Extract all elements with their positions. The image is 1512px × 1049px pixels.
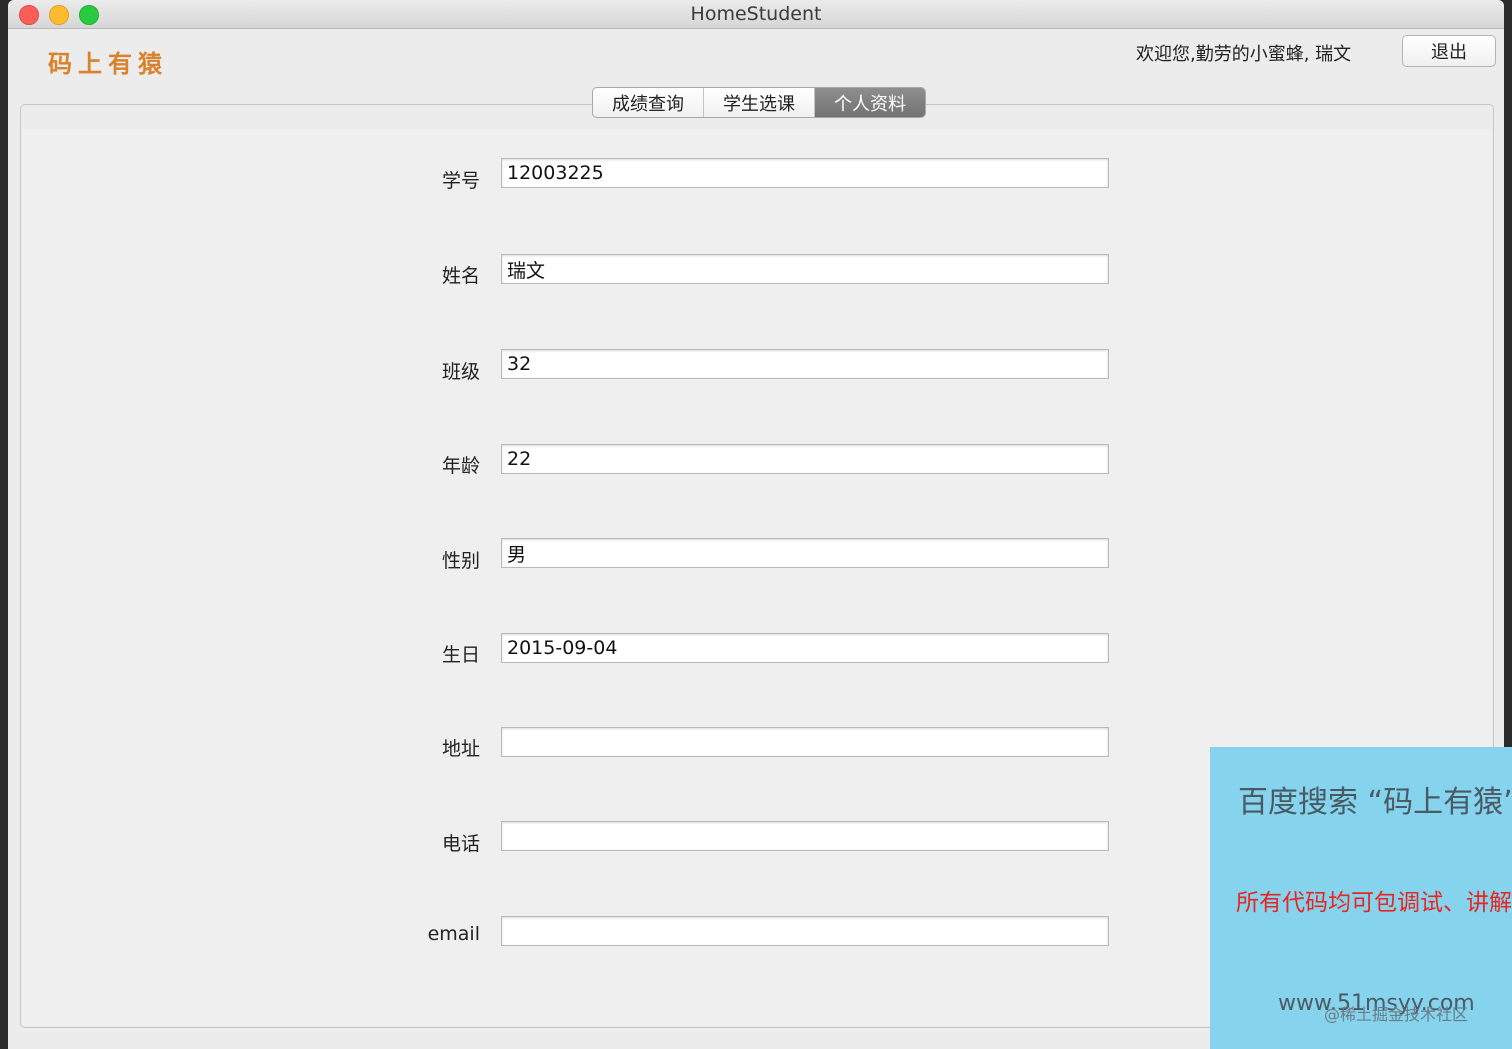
email-label: email: [427, 923, 480, 945]
class-field[interactable]: [501, 349, 1109, 379]
phone-field[interactable]: [501, 821, 1109, 851]
tab-bar: 成绩查询 学生选课 个人资料: [592, 87, 926, 118]
logout-button[interactable]: 退出: [1402, 35, 1496, 67]
welcome-text: 欢迎您,勤劳的小蜜蜂, 瑞文: [1136, 44, 1352, 65]
app-logo: 码上有猿: [48, 49, 168, 78]
name-field[interactable]: [501, 254, 1109, 284]
promo-subtitle: 所有代码均可包调试、讲解: [1236, 890, 1512, 916]
address-label: 地址: [441, 738, 480, 760]
window-title: HomeStudent: [690, 3, 822, 25]
phone-label: 电话: [441, 833, 480, 855]
student-id-label: 学号: [441, 170, 480, 192]
watermark-text: @稀土掘金技术社区: [1324, 1005, 1469, 1024]
age-label: 年龄: [441, 455, 480, 477]
class-label: 班级: [441, 361, 480, 383]
birthday-field[interactable]: [501, 633, 1109, 663]
promo-overlay: 百度搜索 “码上有猿” 所有代码均可包调试、讲解 www.51msyy.com …: [1210, 747, 1512, 1049]
tab-course-selection[interactable]: 学生选课: [704, 88, 815, 117]
tab-personal-info[interactable]: 个人资料: [815, 88, 925, 117]
gender-label: 性别: [441, 550, 480, 572]
gender-field[interactable]: [501, 538, 1109, 568]
student-id-field[interactable]: [501, 158, 1109, 188]
title-bar: HomeStudent: [8, 0, 1504, 29]
email-field[interactable]: [501, 916, 1109, 946]
age-field[interactable]: [501, 444, 1109, 474]
address-field[interactable]: [501, 727, 1109, 757]
birthday-label: 生日: [441, 644, 480, 666]
name-label: 姓名: [441, 265, 480, 287]
tab-grade-query[interactable]: 成绩查询: [593, 88, 704, 117]
promo-title: 百度搜索 “码上有猿”: [1238, 785, 1512, 820]
